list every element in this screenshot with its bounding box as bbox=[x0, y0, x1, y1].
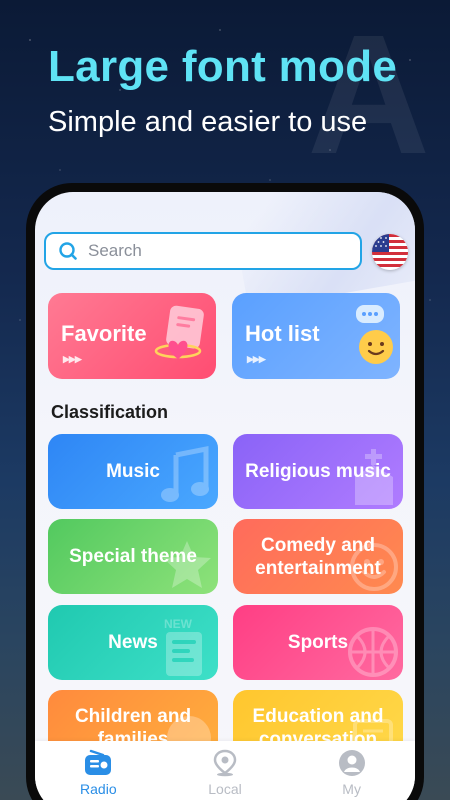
arrows-icon: ▶▶▶ bbox=[247, 354, 266, 364]
phone-frame: Search Favorite ▶▶▶ Hot list ▶▶▶ Classif… bbox=[26, 183, 424, 800]
user-icon bbox=[338, 750, 365, 776]
category-label: News bbox=[108, 632, 158, 653]
location-pin-icon bbox=[213, 749, 237, 777]
radio-icon bbox=[85, 749, 112, 775]
hot-list-label: Hot list bbox=[245, 321, 320, 346]
bottom-tab-bar: Radio Local My bbox=[35, 741, 415, 800]
app-screen: Search Favorite ▶▶▶ Hot list ▶▶▶ Classif… bbox=[35, 192, 415, 800]
notebook-heart-icon bbox=[154, 305, 204, 359]
tab-local[interactable]: Local bbox=[175, 741, 275, 800]
tab-radio[interactable]: Radio bbox=[48, 741, 148, 800]
category-label: Special theme bbox=[69, 546, 197, 567]
category-music[interactable]: Music bbox=[48, 434, 218, 509]
category-label: Sports bbox=[287, 632, 349, 653]
promo-subline: Simple and easier to use bbox=[48, 106, 368, 138]
hot-list-card[interactable]: Hot list ▶▶▶ bbox=[232, 293, 400, 379]
favorite-label: Favorite bbox=[61, 321, 147, 346]
category-news[interactable]: NEW News bbox=[48, 605, 218, 680]
category-label: Comedy and entertainment bbox=[255, 534, 381, 579]
arrows-icon: ▶▶▶ bbox=[63, 354, 82, 364]
category-sports[interactable]: Sports bbox=[233, 605, 403, 680]
us-flag-icon[interactable] bbox=[372, 234, 408, 270]
category-label: Music bbox=[106, 461, 160, 482]
favorite-card[interactable]: Favorite ▶▶▶ bbox=[48, 293, 216, 379]
search-input[interactable]: Search bbox=[44, 232, 362, 270]
promo-headline: Large font mode bbox=[48, 42, 398, 91]
tab-my[interactable]: My bbox=[302, 741, 402, 800]
category-label: Religious music bbox=[245, 461, 391, 482]
tab-label: Local bbox=[208, 781, 242, 797]
tab-label: Radio bbox=[80, 781, 117, 797]
tab-label: My bbox=[342, 781, 361, 797]
category-religious-music[interactable]: Religious music bbox=[233, 434, 403, 509]
smiley-chat-icon bbox=[356, 305, 393, 364]
font-size-decoration-icon: A bbox=[307, 0, 430, 190]
search-icon bbox=[59, 242, 77, 260]
category-comedy-entertainment[interactable]: Comedy and entertainment bbox=[233, 519, 403, 594]
category-special-theme[interactable]: Special theme bbox=[48, 519, 218, 594]
search-placeholder: Search bbox=[88, 241, 142, 260]
classification-title: Classification bbox=[51, 402, 169, 422]
